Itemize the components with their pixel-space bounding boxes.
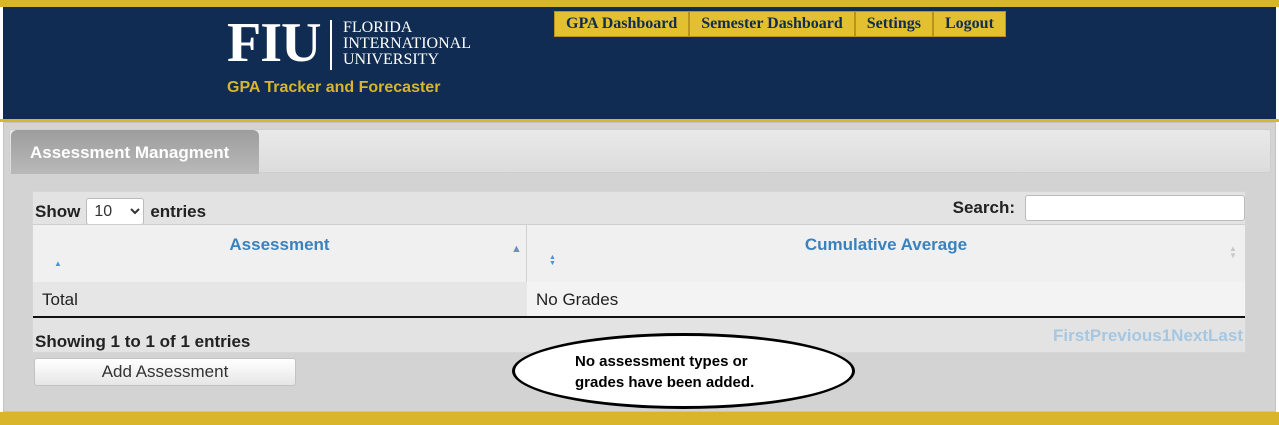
show-label: Show bbox=[35, 201, 81, 221]
university-line-2: INTERNATIONAL bbox=[343, 35, 471, 52]
search-input[interactable] bbox=[1025, 195, 1245, 221]
page-first[interactable]: First bbox=[1053, 326, 1090, 345]
sort-unsorted-icon: ▲ ▼ bbox=[1229, 244, 1237, 260]
callout-line-1: No assessment types or bbox=[575, 353, 748, 370]
university-line-3: UNIVERSITY bbox=[343, 51, 439, 68]
column-label-assessment: Assessment bbox=[229, 235, 330, 254]
assessment-table-wrapper: Show 10 entries Search: Assessment ▲ ▲ C… bbox=[32, 191, 1246, 353]
top-gold-stripe bbox=[0, 0, 1279, 7]
table-row[interactable]: Total No Grades bbox=[33, 282, 1245, 318]
nav-logout[interactable]: Logout bbox=[933, 11, 1006, 37]
column-header-assessment[interactable]: Assessment ▲ ▲ bbox=[33, 225, 527, 282]
length-control: Show 10 entries bbox=[35, 198, 206, 225]
nav-settings[interactable]: Settings bbox=[854, 11, 933, 37]
app-tagline: GPA Tracker and Forecaster bbox=[227, 79, 441, 96]
page-1[interactable]: 1 bbox=[1162, 326, 1171, 345]
entries-label: entries bbox=[150, 201, 207, 221]
tab-assessment-management[interactable]: Assessment Managment bbox=[11, 130, 259, 174]
sort-asc-icon: ▲ bbox=[54, 259, 62, 268]
sort-both-icon: ▲ ▼ bbox=[549, 254, 556, 267]
fiu-logo-mark[interactable]: FIU bbox=[227, 13, 321, 73]
cell-assessment: Total bbox=[33, 282, 527, 316]
page-last[interactable]: Last bbox=[1208, 326, 1243, 345]
page-previous[interactable]: Previous bbox=[1090, 326, 1162, 345]
university-line-1: FLORIDA bbox=[343, 19, 413, 36]
column-header-cumulative-average[interactable]: Cumulative Average ▲ ▼ ▲ ▼ bbox=[527, 225, 1245, 282]
nav-gpa-dashboard[interactable]: GPA Dashboard bbox=[554, 11, 690, 37]
cell-cumulative-average: No Grades bbox=[527, 282, 1245, 316]
callout-text: No assessment types or grades have been … bbox=[575, 351, 825, 393]
callout-line-2: grades have been added. bbox=[575, 374, 755, 391]
page-next[interactable]: Next bbox=[1171, 326, 1208, 345]
top-nav: GPA Dashboard Semester Dashboard Setting… bbox=[554, 11, 1006, 37]
add-assessment-button[interactable]: Add Assessment bbox=[34, 358, 296, 386]
search-label: Search: bbox=[952, 198, 1015, 217]
logo-divider bbox=[330, 20, 332, 70]
column-label-cumulative-average: Cumulative Average bbox=[804, 235, 968, 254]
entries-per-page-select[interactable]: 10 bbox=[86, 198, 145, 225]
table-header: Assessment ▲ ▲ Cumulative Average ▲ ▼ ▲ ▼ bbox=[33, 224, 1245, 282]
nav-semester-dashboard[interactable]: Semester Dashboard bbox=[689, 11, 855, 37]
table-info: Showing 1 to 1 of 1 entries bbox=[35, 332, 251, 351]
bottom-gold-stripe bbox=[0, 412, 1279, 425]
sorted-asc-icon: ▲ bbox=[511, 243, 522, 255]
pagination: FirstPrevious1NextLast bbox=[1053, 326, 1243, 346]
search-control: Search: bbox=[953, 195, 1245, 221]
university-name: FLORIDA INTERNATIONAL UNIVERSITY bbox=[343, 20, 471, 68]
